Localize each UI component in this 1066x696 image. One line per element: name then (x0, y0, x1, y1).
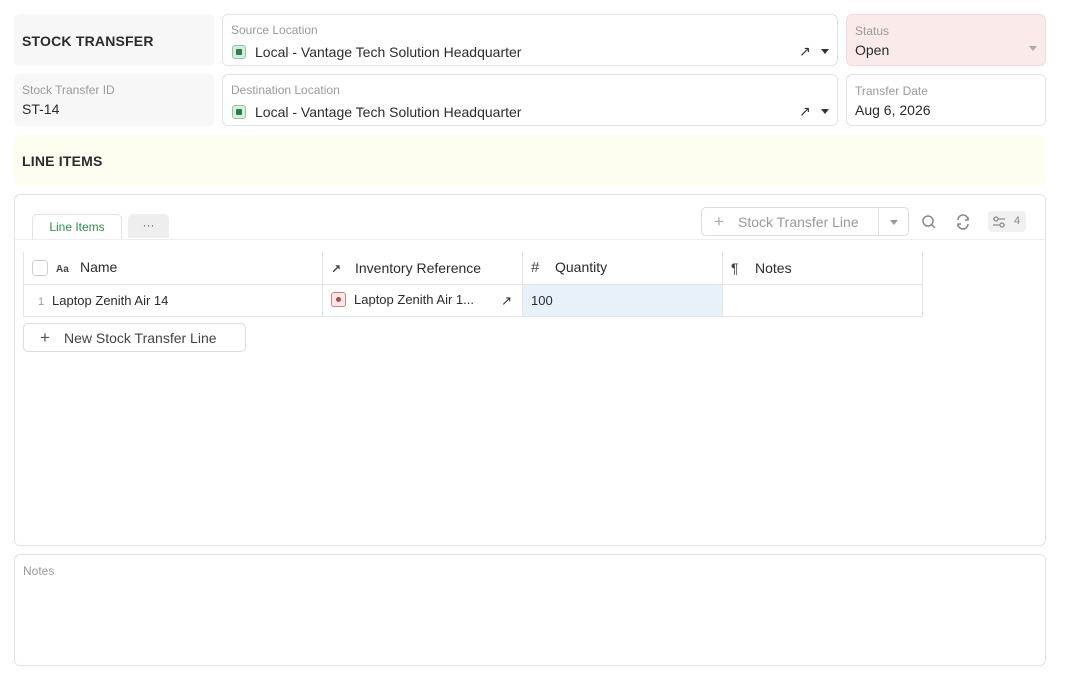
column-header-inventory[interactable]: ↗ Inventory Reference (322, 252, 523, 285)
page-title: STOCK TRANSFER (22, 33, 154, 49)
line-items-table: Aa Name ↗ Inventory Reference # Quantity ¶ N… (23, 252, 923, 317)
transfer-date-field[interactable]: Transfer Date Aug 6, 2026 (846, 74, 1046, 126)
column-header-quantity[interactable]: # Quantity (522, 252, 723, 285)
divider (878, 208, 879, 235)
destination-location-label: Destination Location (231, 83, 340, 97)
line-items-section-header: LINE ITEMS (14, 135, 1046, 186)
external-link-icon[interactable]: ↗ (799, 43, 811, 60)
cell-quantity[interactable]: 100 (522, 283, 723, 317)
line-items-panel: Line Items ··· + Stock Transfer Line 4 A… (14, 194, 1046, 546)
tab-line-items[interactable]: Line Items (32, 214, 122, 240)
column-header-notes[interactable]: ¶ Notes (722, 252, 923, 285)
column-quantity-label: Quantity (555, 259, 608, 276)
column-name-label: Name (80, 259, 118, 276)
location-icon (232, 105, 246, 119)
stock-transfer-id-value: ST-14 (22, 101, 60, 117)
transfer-date-label: Transfer Date (855, 84, 928, 98)
stock-transfer-id-field: Stock Transfer ID ST-14 (14, 74, 214, 126)
paragraph-type-icon: ¶ (731, 259, 739, 276)
line-items-heading: LINE ITEMS (22, 153, 103, 169)
plus-icon: + (40, 328, 50, 347)
number-type-icon: # (531, 259, 540, 277)
settings-sliders-icon (993, 216, 1005, 228)
chevron-down-icon[interactable] (821, 49, 829, 54)
title-panel: STOCK TRANSFER (14, 14, 214, 66)
destination-location-field[interactable]: Destination Location Local - Vantage Tec… (222, 74, 838, 126)
cell-name[interactable]: 1 Laptop Zenith Air 14 (23, 283, 323, 317)
chevron-down-icon[interactable] (821, 109, 829, 114)
chevron-down-icon[interactable] (890, 220, 898, 225)
stock-transfer-id-label: Stock Transfer ID (22, 83, 115, 97)
column-header-name[interactable]: Aa Name (23, 252, 323, 285)
text-type-icon: Aa (56, 264, 69, 276)
location-icon (232, 45, 246, 59)
status-field[interactable]: Status Open (846, 14, 1046, 66)
destination-location-value: Local - Vantage Tech Solution Headquarte… (255, 104, 522, 120)
external-link-icon[interactable]: ↗ (501, 293, 512, 309)
plus-icon: + (714, 212, 724, 231)
select-all-checkbox[interactable] (32, 260, 48, 277)
add-stock-transfer-line-button[interactable]: + Stock Transfer Line (701, 207, 909, 236)
row-name-value: Laptop Zenith Air 14 (52, 292, 169, 308)
new-line-label: New Stock Transfer Line (64, 330, 217, 346)
tab-more[interactable]: ··· (128, 214, 169, 238)
refresh-icon[interactable] (955, 214, 971, 230)
cell-inventory[interactable]: Laptop Zenith Air 1... ↗ (322, 283, 523, 317)
new-stock-transfer-line-button[interactable]: + New Stock Transfer Line (23, 323, 246, 352)
tab-divider (15, 239, 1045, 240)
source-location-value: Local - Vantage Tech Solution Headquarte… (255, 44, 522, 60)
status-value: Open (855, 42, 890, 58)
field-count-badge: 4 (1014, 215, 1021, 227)
cell-notes[interactable] (722, 283, 923, 317)
column-inventory-label: Inventory Reference (355, 259, 482, 276)
settings-sliders-button[interactable]: 4 (988, 211, 1026, 232)
column-notes-label: Notes (755, 259, 792, 276)
search-icon[interactable] (921, 214, 937, 230)
link-type-icon: ↗ (331, 261, 342, 276)
table-header-row: Aa Name ↗ Inventory Reference # Quantity ¶ N… (23, 252, 923, 285)
inventory-icon (331, 292, 346, 308)
status-label: Status (855, 24, 890, 38)
row-number: 1 (37, 295, 45, 308)
source-location-label: Source Location (231, 23, 318, 37)
notes-label: Notes (23, 564, 55, 578)
table-row[interactable]: 1 Laptop Zenith Air 14 Laptop Zenith Air … (23, 283, 923, 317)
notes-field[interactable]: Notes (14, 554, 1046, 666)
source-location-field[interactable]: Source Location Local - Vantage Tech Sol… (222, 14, 838, 66)
chevron-down-icon[interactable] (1029, 46, 1037, 51)
transfer-date-value: Aug 6, 2026 (855, 102, 931, 118)
external-link-icon[interactable]: ↗ (799, 103, 811, 120)
row-inventory-value: Laptop Zenith Air 1... (354, 291, 474, 307)
add-line-label: Stock Transfer Line (738, 214, 859, 230)
